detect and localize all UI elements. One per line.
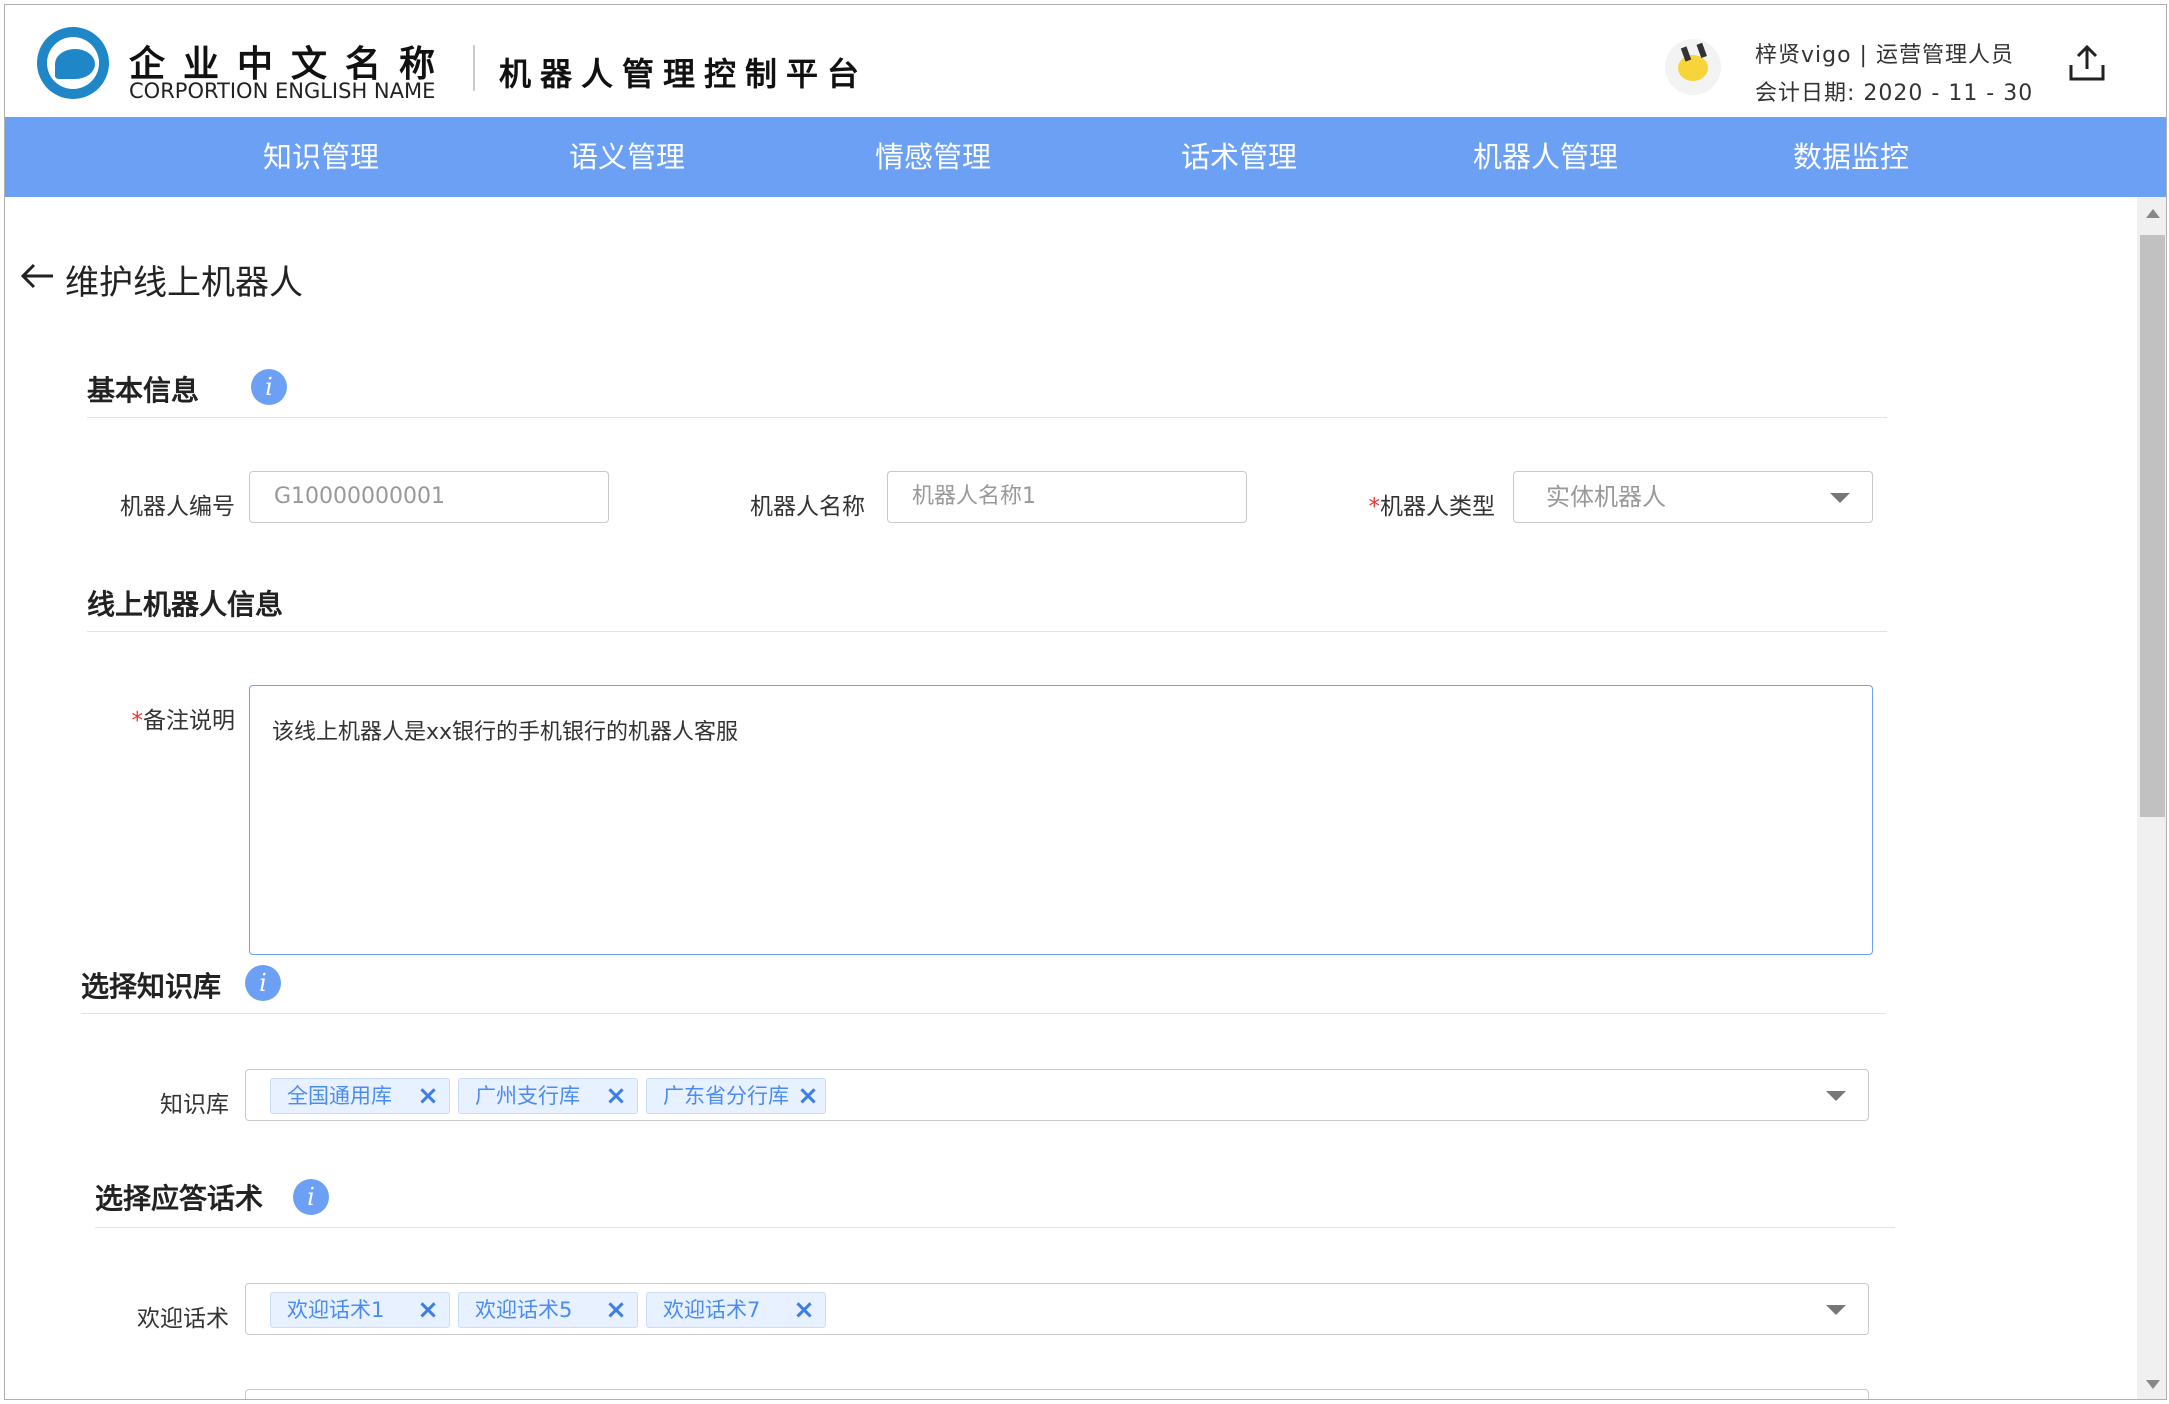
nav-item-scripts[interactable]: 话术管理 <box>1181 117 1297 197</box>
avatar[interactable] <box>1665 39 1721 95</box>
section-title-online-info: 线上机器人信息 <box>87 588 284 621</box>
knowledge-tag: 全国通用库 × <box>270 1078 450 1114</box>
welcome-label: 欢迎话术 <box>137 1306 229 1332</box>
vertical-scrollbar[interactable] <box>2137 197 2166 1399</box>
knowledge-multiselect[interactable]: 全国通用库 × 广州支行库 × 广东省分行库 × <box>245 1069 1869 1121</box>
robot-name-label: 机器人名称 <box>750 494 865 520</box>
robot-type-label-text: 机器人类型 <box>1380 494 1495 520</box>
section-divider <box>87 631 1887 632</box>
nav-item-emotion[interactable]: 情感管理 <box>875 117 991 197</box>
section-title-basic-info: 基本信息 <box>87 374 200 407</box>
welcome-tag: 欢迎话术7 × <box>646 1292 826 1328</box>
section-title-knowledge: 选择知识库 <box>81 970 222 1003</box>
section-divider <box>95 1227 1895 1228</box>
welcome-tag: 欢迎话术1 × <box>270 1292 450 1328</box>
knowledge-label: 知识库 <box>160 1092 229 1118</box>
robot-id-field[interactable]: G10000000001 <box>249 471 609 523</box>
tag-label: 广州支行库 <box>475 1084 580 1108</box>
close-icon[interactable]: × <box>793 1081 823 1111</box>
welcome-tag: 欢迎话术5 × <box>458 1292 638 1328</box>
header-divider <box>473 45 475 91</box>
section-divider <box>87 417 1887 418</box>
remark-textarea[interactable]: 该线上机器人是xx银行的手机银行的机器人客服 <box>249 685 1873 955</box>
scroll-thumb[interactable] <box>2140 235 2165 817</box>
top-header: 企业中文名称 CORPORTION ENGLISH NAME 机器人管理控制平台… <box>5 5 2166 117</box>
back-arrow-icon[interactable] <box>19 261 55 291</box>
robot-type-label: *机器人类型 <box>1345 487 1496 521</box>
remark-label: *备注说明 <box>95 701 236 735</box>
section-divider <box>81 1013 1885 1014</box>
info-icon[interactable]: i <box>245 965 281 1001</box>
robot-name-input[interactable]: 机器人名称1 <box>887 471 1247 523</box>
nav-item-semantics[interactable]: 语义管理 <box>569 117 685 197</box>
info-icon[interactable]: i <box>251 369 287 405</box>
nav-item-robots[interactable]: 机器人管理 <box>1473 117 1618 197</box>
app-window: 企业中文名称 CORPORTION ENGLISH NAME 机器人管理控制平台… <box>4 4 2167 1400</box>
platform-title: 机器人管理控制平台 <box>499 55 869 93</box>
welcome-multiselect[interactable]: 欢迎话术1 × 欢迎话术5 × 欢迎话术7 × <box>245 1283 1869 1335</box>
page-title: 维护线上机器人 <box>65 263 303 303</box>
robot-type-select[interactable]: 实体机器人 <box>1513 471 1873 523</box>
next-multiselect[interactable] <box>245 1389 1869 1399</box>
required-mark: * <box>1368 494 1381 520</box>
close-icon[interactable]: × <box>601 1295 631 1325</box>
company-logo-icon <box>37 27 109 99</box>
chevron-down-icon <box>1826 1091 1846 1101</box>
close-icon[interactable]: × <box>789 1295 819 1325</box>
close-icon[interactable]: × <box>413 1081 443 1111</box>
upload-icon[interactable] <box>2065 41 2109 85</box>
required-mark: * <box>131 708 144 734</box>
tag-label: 广东省分行库 <box>663 1084 789 1108</box>
scroll-down-icon[interactable] <box>2146 1380 2160 1389</box>
company-name-en: CORPORTION ENGLISH NAME <box>129 79 436 103</box>
knowledge-tag: 广东省分行库 × <box>646 1078 826 1114</box>
knowledge-tag: 广州支行库 × <box>458 1078 638 1114</box>
chevron-down-icon <box>1826 1305 1846 1315</box>
robot-id-label: 机器人编号 <box>120 494 235 520</box>
info-icon[interactable]: i <box>293 1179 329 1215</box>
nav-item-monitoring[interactable]: 数据监控 <box>1793 117 1909 197</box>
tag-label: 欢迎话术5 <box>475 1298 573 1322</box>
nav-item-knowledge[interactable]: 知识管理 <box>263 117 379 197</box>
close-icon[interactable]: × <box>601 1081 631 1111</box>
close-icon[interactable]: × <box>413 1295 443 1325</box>
accounting-date: 会计日期: 2020 - 11 - 30 <box>1755 81 2034 106</box>
user-info: 梓贤vigo | 运营管理人员 <box>1755 43 2014 68</box>
tag-label: 欢迎话术1 <box>287 1298 385 1322</box>
robot-type-value: 实体机器人 <box>1546 483 1666 511</box>
tag-label: 欢迎话术7 <box>663 1298 761 1322</box>
chevron-down-icon <box>1830 493 1850 503</box>
remark-label-text: 备注说明 <box>143 708 235 734</box>
scroll-up-icon[interactable] <box>2146 209 2160 218</box>
section-title-reply: 选择应答话术 <box>95 1182 264 1215</box>
tag-label: 全国通用库 <box>287 1084 392 1108</box>
main-nav: 知识管理 语义管理 情感管理 话术管理 机器人管理 数据监控 <box>5 117 2166 197</box>
